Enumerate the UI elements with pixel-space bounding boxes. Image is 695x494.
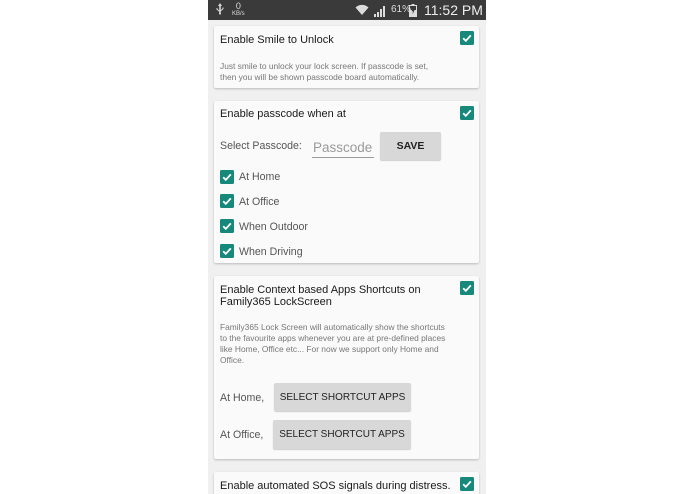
option-at-office-checkbox[interactable]	[220, 194, 234, 208]
clock-time: 11:52 PM	[424, 2, 483, 18]
select-passcode-label: Select Passcode:	[220, 140, 302, 152]
smile-unlock-card: Enable Smile to Unlock Just smile to unl…	[214, 26, 479, 88]
passcode-title: Enable passcode when at	[220, 108, 346, 120]
battery-percent: 61%	[391, 4, 412, 15]
phone-screen: 0 KB/s 61% 11:52 PM Enable Smile to Unlo…	[208, 0, 486, 494]
smile-unlock-title: Enable Smile to Unlock	[220, 34, 334, 46]
status-bar: 0 KB/s 61% 11:52 PM	[208, 0, 486, 20]
shortcuts-description-line2: to the favourite apps whenever you are a…	[220, 333, 446, 343]
usb-icon	[216, 3, 224, 18]
option-at-office-label: At Office	[239, 196, 280, 208]
cell-signal-icon	[374, 4, 386, 22]
passcode-input[interactable]	[312, 138, 374, 158]
option-at-home-label: At Home	[239, 171, 281, 183]
option-when-driving-checkbox[interactable]	[220, 244, 234, 258]
passcode-enable-checkbox[interactable]	[460, 106, 474, 120]
battery-charging-icon	[409, 4, 417, 22]
option-when-driving-label: When Driving	[239, 246, 303, 258]
home-shortcut-label: At Home,	[220, 392, 265, 404]
network-speed: 0 KB/s	[232, 2, 245, 18]
save-passcode-button[interactable]: SAVE	[380, 132, 441, 160]
option-at-home-checkbox[interactable]	[220, 170, 234, 184]
select-home-shortcut-apps-button[interactable]: SELECT SHORTCUT APPS	[274, 383, 411, 411]
shortcuts-title-line2: Family365 LockScreen	[220, 296, 332, 308]
sos-card: Enable automated SOS signals during dist…	[214, 472, 479, 494]
option-when-outdoor-label: When Outdoor	[239, 221, 308, 233]
shortcuts-card: Enable Context based Apps Shortcuts on F…	[214, 276, 479, 459]
sos-enable-checkbox[interactable]	[460, 477, 474, 491]
smile-unlock-description-line2: then you will be shown passcode board au…	[220, 71, 420, 82]
shortcuts-description-line4: Office.	[220, 355, 245, 365]
smile-unlock-description-line1: Just smile to unlock your lock screen. I…	[220, 61, 429, 71]
option-when-outdoor-checkbox[interactable]	[220, 219, 234, 233]
office-shortcut-label: At Office,	[220, 429, 264, 441]
network-speed-unit: KB/s	[232, 11, 245, 17]
smile-unlock-checkbox[interactable]	[460, 31, 474, 45]
shortcuts-enable-checkbox[interactable]	[460, 281, 474, 295]
passcode-card: Enable passcode when at Select Passcode:…	[214, 101, 479, 263]
select-office-shortcut-apps-button[interactable]: SELECT SHORTCUT APPS	[273, 420, 411, 449]
shortcuts-description-line3: like Home, Office etc... For now we supp…	[220, 344, 439, 354]
sos-title: Enable automated SOS signals during dist…	[220, 480, 451, 492]
wifi-icon	[355, 3, 369, 21]
shortcuts-description-line1: Family365 Lock Screen will automatically…	[220, 322, 445, 332]
